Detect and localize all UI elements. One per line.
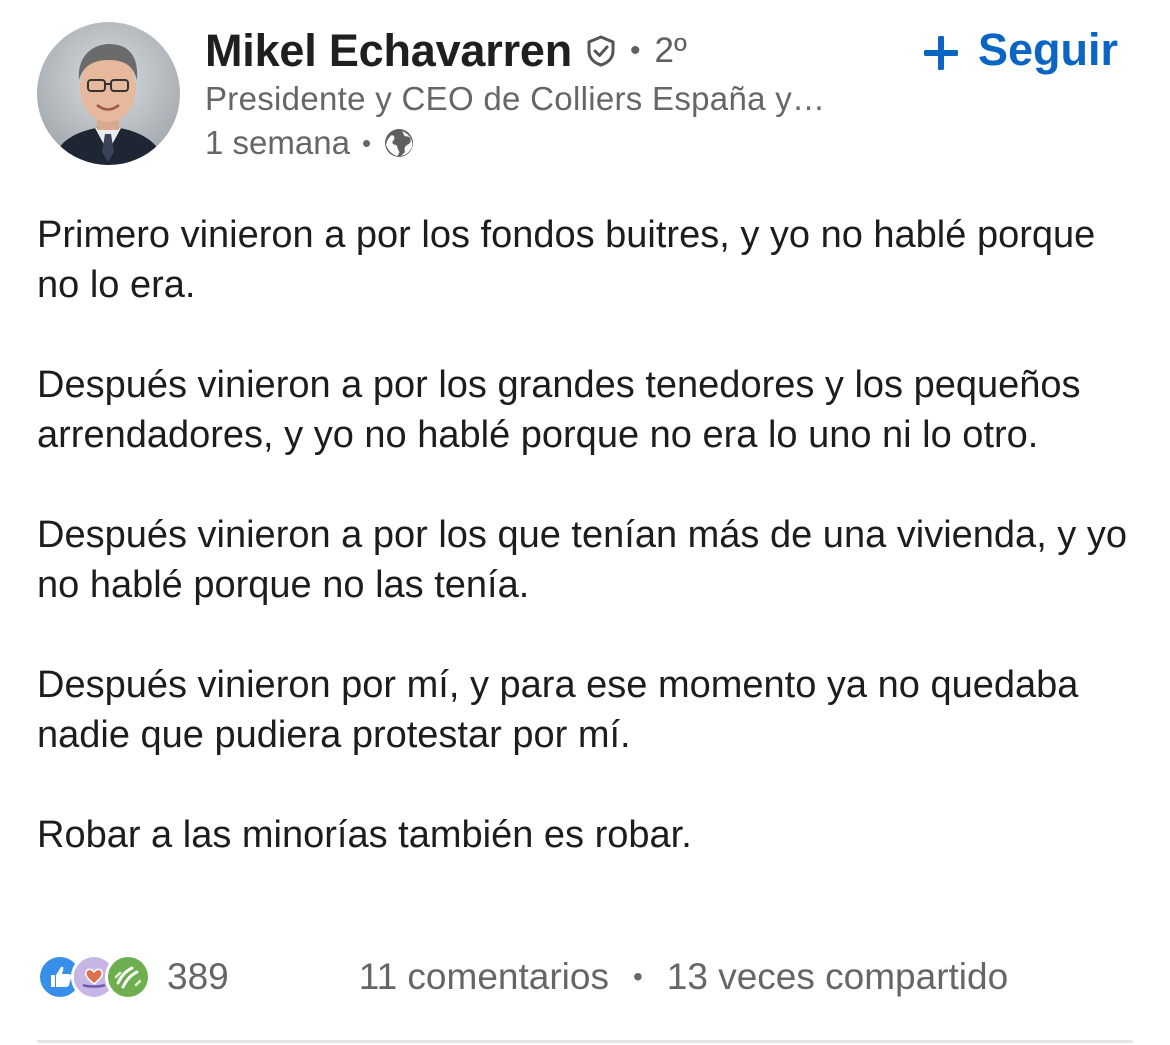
author-name-row: Mikel Echavarren • 2º	[205, 24, 687, 78]
post-paragraph: Después vinieron a por los que tenían má…	[37, 514, 1127, 606]
verified-shield-icon	[584, 34, 618, 68]
post-meta: 1 semana •	[205, 124, 415, 162]
reaction-count: 389	[167, 956, 229, 997]
plus-icon	[922, 31, 960, 70]
post-paragraph: Robar a las minorías también es robar.	[37, 814, 692, 856]
celebrate-reaction-icon	[105, 954, 151, 1000]
post-paragraph: Primero vinieron a por los fondos buitre…	[37, 214, 1096, 306]
post-body: Primero vinieron a por los fondos buitre…	[37, 210, 1137, 910]
connection-degree: 2º	[654, 31, 687, 70]
degree-separator: •	[630, 34, 641, 67]
author-headline: Presidente y CEO de Colliers España y…	[205, 80, 826, 117]
post-paragraph: Después vinieron a por los grandes tened…	[37, 364, 1081, 456]
comments-count-link[interactable]: 11 comentarios	[359, 956, 609, 998]
author-name[interactable]: Mikel Echavarren	[205, 25, 572, 77]
follow-label: Seguir	[977, 24, 1118, 75]
post-time: 1 semana	[205, 124, 350, 161]
reactions-summary[interactable]: 389	[37, 954, 229, 1000]
meta-separator: •	[361, 127, 372, 158]
social-counts: 389 11 comentarios • 13 veces compartido	[37, 950, 1137, 1004]
globe-icon	[383, 127, 415, 159]
post-paragraph: Después vinieron por mí, y para ese mome…	[37, 664, 1079, 756]
social-separator: •	[632, 961, 643, 992]
shares-count-link[interactable]: 13 veces compartido	[667, 956, 1008, 998]
divider	[37, 1040, 1133, 1043]
author-avatar[interactable]	[37, 22, 180, 165]
follow-button[interactable]: Seguir	[922, 24, 1118, 76]
linkedin-post: Mikel Echavarren • 2º Presidente y CEO d…	[0, 0, 1170, 1045]
